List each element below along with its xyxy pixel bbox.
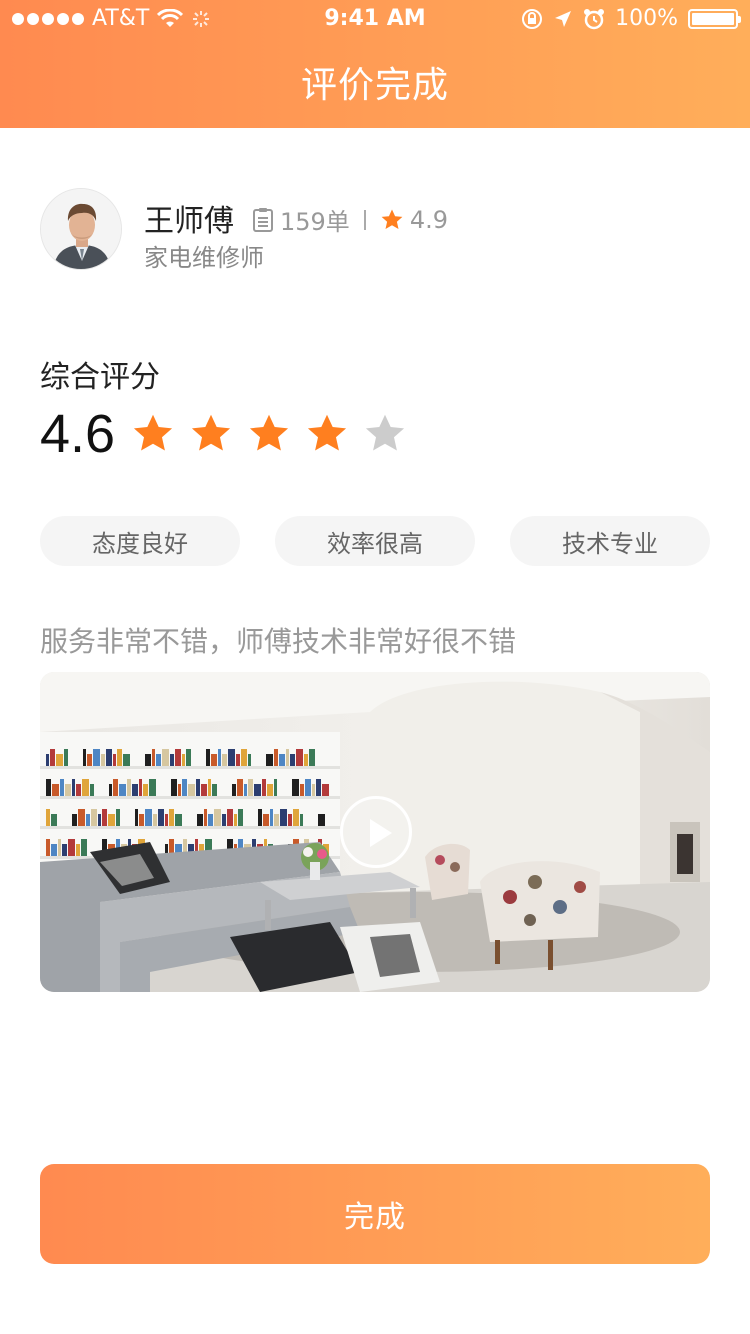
lock-rotation-icon (522, 8, 543, 29)
star-filled-icon[interactable] (189, 412, 233, 456)
star-empty-icon[interactable] (363, 412, 407, 456)
avatar (40, 188, 122, 270)
status-right: 100% (521, 6, 741, 31)
status-bar: AT&T 9:41 AM 100% (0, 0, 750, 40)
technician-role: 家电维修师 (144, 244, 264, 272)
tag-attitude[interactable]: 态度良好 (40, 516, 240, 566)
technician-name: 王师傅 (144, 204, 234, 239)
tag-professional[interactable]: 技术专业 (510, 516, 710, 566)
star-rating[interactable] (131, 412, 407, 456)
page-title: 评价完成 (300, 65, 449, 106)
video-thumbnail[interactable] (40, 672, 710, 992)
technician-card: 王师傅 159单 4.9 家电维修师 (40, 188, 710, 272)
score-value: 4.6 (40, 404, 116, 464)
star-filled-icon[interactable] (305, 412, 349, 456)
battery-label: 100% (615, 6, 678, 31)
star-icon (381, 209, 403, 229)
score-label: 综合评分 (40, 360, 160, 395)
header: AT&T 9:41 AM 100% 评价完成 (0, 0, 750, 128)
order-list-icon (253, 207, 273, 232)
order-count: 159单 (280, 208, 350, 236)
meta-divider (363, 209, 366, 230)
score-row: 4.6 (40, 402, 407, 466)
tag-list: 态度良好 效率很高 技术专业 (40, 516, 710, 566)
battery-icon (688, 8, 741, 29)
review-comment: 服务非常不错，师傅技术非常好很不错 (40, 625, 517, 658)
technician-meta: 159单 4.9 (252, 202, 448, 237)
done-button[interactable]: 完成 (40, 1164, 710, 1264)
technician-rating: 4.9 (409, 205, 448, 234)
star-filled-icon[interactable] (131, 412, 175, 456)
alarm-icon (584, 8, 605, 29)
star-filled-icon[interactable] (247, 412, 291, 456)
location-arrow-icon (555, 10, 572, 27)
play-icon[interactable] (340, 796, 412, 868)
tag-efficiency[interactable]: 效率很高 (275, 516, 475, 566)
